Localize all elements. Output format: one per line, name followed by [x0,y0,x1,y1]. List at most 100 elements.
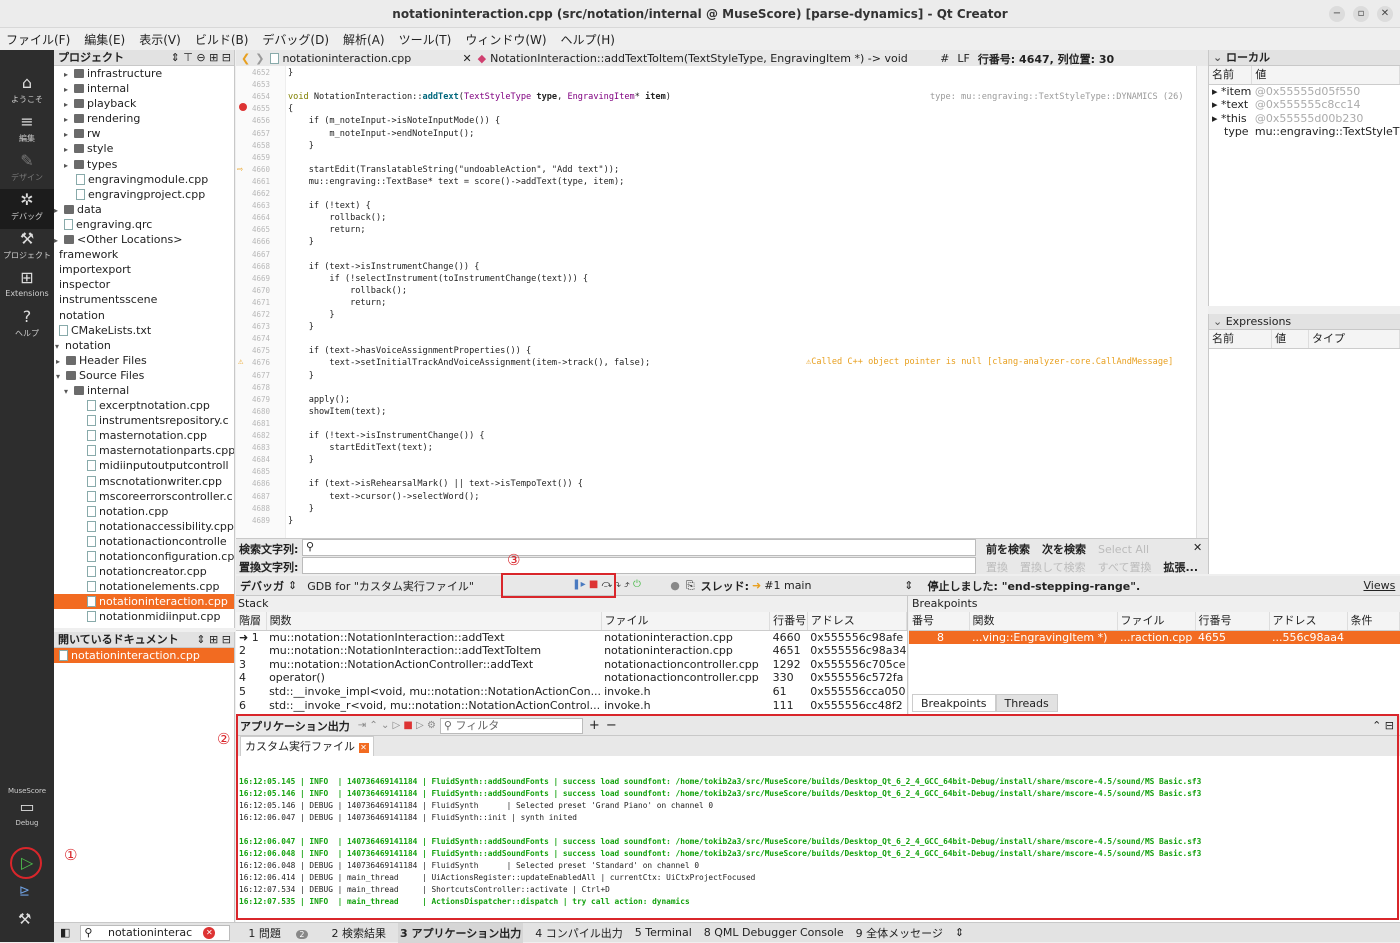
locals-row[interactable]: ▸ *text @0x555555c8cc14 [1209,98,1400,112]
mode-welcome[interactable]: ⌂ ようこそ [0,72,54,112]
tree-item[interactable]: CMakeLists.txt [54,323,234,338]
tree-item[interactable]: notationmidiinput.cpp [54,609,234,624]
tree-item[interactable]: inspector [54,277,234,292]
mode-projects[interactable]: ⚒ プロジェクト [0,228,54,268]
breakpoint-row[interactable]: 8 ...ving::EngravingItem *) ...raction.cpp… [909,630,1400,644]
debugger-engine-select[interactable]: GDB for "カスタム実行ファイル" [307,578,493,594]
tree-item[interactable]: masternotation.cpp [54,428,234,443]
mode-debug[interactable]: ✲ デバッグ [0,189,54,229]
stack-row[interactable]: 4 operator() notationactioncontroller.cpp 3… [236,671,907,685]
breakpoint-marker[interactable] [239,103,247,111]
kit-selector[interactable]: MuseScore ▭ Debug [0,786,54,846]
tree-item[interactable]: mscnotationwriter.cpp [54,474,234,489]
tree-item[interactable]: ▸ internal [54,81,234,96]
tree-item[interactable]: ▸ types [54,157,234,172]
tree-item[interactable]: ▸ playback [54,96,234,111]
tree-item[interactable]: ▾ notation [54,338,234,353]
tab-compile-output[interactable]: 4 コンパイル出力 [535,925,623,941]
replace-input[interactable] [302,557,976,574]
file-tab[interactable]: notationinteraction.cpp [282,52,462,65]
code-editor[interactable]: 4652} 4653 4654 void NotationInteraction::a… [236,66,1196,538]
tree-item[interactable]: notationactioncontrolle [54,534,234,549]
restart-icon[interactable]: ⏻ [633,579,641,590]
thread-select[interactable]: #1 main [764,579,904,592]
tree-item[interactable]: mscoreerrorscontroller.c [54,489,234,504]
tab-problems[interactable]: 1 問題 2 [248,925,319,941]
stack-row[interactable]: 6 std::__invoke_r<void, mu::notation::Not… [236,698,907,712]
find-prev-button[interactable]: 前を検索 [986,541,1030,557]
tab-search-results[interactable]: 2 検索結果 [332,925,387,941]
snapshot-icon[interactable]: ⎘ [686,579,695,593]
tree-item[interactable]: notationelements.cpp [54,579,234,594]
close-icon[interactable]: ✕ [1377,6,1393,22]
views-menu[interactable]: Views [1363,579,1395,592]
select-all-button[interactable]: Select All [1098,543,1149,556]
tab-general-messages[interactable]: 9 全体メッセージ [856,925,943,941]
maximize-icon[interactable]: ▫ [1353,6,1369,22]
nav-back-icon[interactable]: ❮ [241,52,250,65]
sidebar-toggle-icon[interactable]: ◧ [60,926,70,939]
tree-item[interactable]: notationcreator.cpp [54,564,234,579]
clear-locator-icon[interactable]: ✕ [203,926,216,939]
tree-item[interactable]: engraving.qrc [54,217,234,232]
locals-row[interactable]: ▸ *this @0x55555d00b230 [1209,111,1400,125]
tab-terminal[interactable]: 5 Terminal [635,926,692,939]
mode-edit[interactable]: ≡ 編集 [0,111,54,151]
hash-button[interactable]: # [940,52,949,65]
debugger-dropdown-icon[interactable]: ⇕ [288,579,297,592]
tree-item[interactable]: instrumentsscene [54,292,234,307]
stack-row[interactable]: 3 mu::notation::NotationActionController:… [236,657,907,671]
menu-help[interactable]: ヘルプ(H) [561,31,615,48]
locals-row[interactable]: ▸ *item @0x55555d05f550 [1209,84,1400,98]
tree-item[interactable]: ▸ Header Files [54,353,234,368]
tree-item[interactable]: engravingmodule.cpp [54,172,234,187]
menu-file[interactable]: ファイル(F) [6,31,70,48]
tree-item[interactable]: notationconfiguration.cp [54,549,234,564]
stack-row[interactable]: 2 mu::notation::NotationInteraction::addT… [236,644,907,658]
tree-item[interactable]: midiinputoutputcontroll [54,458,234,473]
open-doc-item[interactable]: notationinteraction.cpp [54,648,234,663]
function-selector[interactable]: NotationInteraction::addTextToItem(TextS… [490,52,940,65]
tree-item[interactable]: excerptnotation.cpp [54,398,234,413]
tree-item[interactable]: importexport [54,262,234,277]
menu-analyze[interactable]: 解析(A) [343,31,385,48]
tree-item[interactable]: ▸ rw [54,126,234,141]
stack-row[interactable]: 5 std::__invoke_impl<void, mu::notation::… [236,685,907,699]
minimize-icon[interactable]: − [1329,6,1345,22]
tree-item[interactable]: ▾ internal [54,383,234,398]
nav-forward-icon[interactable]: ❯ [255,52,264,65]
menu-build[interactable]: ビルド(B) [195,31,249,48]
close-file-icon[interactable]: ✕ [462,52,471,65]
close-find-icon[interactable]: ✕ [1193,541,1202,554]
step-out-icon[interactable]: ⤴ [624,579,630,590]
tree-item[interactable]: ▸ style [54,141,234,156]
breakpoint-toggle-icon[interactable]: ● [670,579,680,592]
tree-item[interactable]: ▸ infrastructure [54,66,234,81]
locator-input[interactable]: ⚲ notationinterac ✕ [80,924,231,941]
locals-row[interactable]: type mu::engraving::TextStyleT [1209,125,1400,139]
tab-qml-debugger[interactable]: 8 QML Debugger Console [704,926,844,939]
tree-item[interactable]: ▸ data [54,202,234,217]
run-button[interactable]: ▷ [10,847,42,879]
menu-debug[interactable]: デバッグ(D) [262,31,329,48]
tree-item[interactable]: notation [54,308,234,323]
find-next-button[interactable]: 次を検索 [1042,541,1086,557]
menu-edit[interactable]: 編集(E) [84,31,125,48]
tree-item[interactable]: engravingproject.cpp [54,187,234,202]
tree-item-selected[interactable]: notationinteraction.cpp [54,594,234,610]
editor-scrollbar[interactable] [1196,66,1208,538]
tab-breakpoints[interactable]: Breakpoints [912,694,996,712]
mode-help[interactable]: ? ヘルプ [0,306,54,346]
find-input[interactable]: ⚲ [302,539,976,556]
tree-item[interactable]: notation.cpp [54,504,234,519]
tab-threads[interactable]: Threads [995,694,1058,712]
menu-window[interactable]: ウィンドウ(W) [465,31,546,48]
tree-item[interactable]: ▸ <Other Locations> [54,232,234,247]
advanced-button[interactable]: 拡張... [1163,559,1198,575]
tree-item[interactable]: ▸ rendering [54,111,234,126]
tree-item[interactable]: ▾ Source Files [54,368,234,383]
replace-button[interactable]: 置換 [986,559,1008,575]
line-column-indicator[interactable]: 行番号: 4647, 列位置: 30 [978,51,1114,67]
debug-start-icon[interactable]: ⊵ [19,884,30,899]
build-hammer-icon[interactable]: ⚒ [18,910,31,928]
